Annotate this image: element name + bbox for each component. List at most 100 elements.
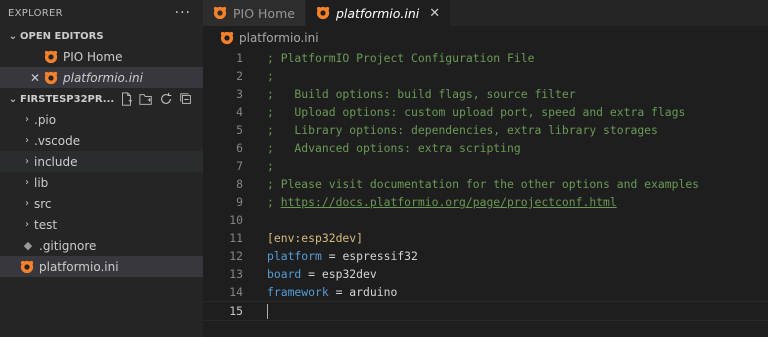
tab-label: platformio.ini bbox=[335, 5, 420, 21]
code-line: 4 ; Upload options: custom upload port, … bbox=[203, 103, 685, 121]
chevron-right-icon: › bbox=[25, 177, 29, 188]
tree-folder-pio[interactable]: › .pio bbox=[0, 109, 203, 130]
close-icon[interactable]: ✕ bbox=[28, 71, 42, 85]
open-editors-section[interactable]: ⌄ OPEN EDITORS bbox=[0, 26, 203, 46]
chevron-down-icon: ⌄ bbox=[8, 30, 18, 42]
new-folder-icon[interactable] bbox=[139, 92, 153, 106]
line-number: 6 bbox=[236, 141, 243, 155]
line-number: 15 bbox=[229, 304, 243, 318]
tab-label: PIO Home bbox=[233, 5, 295, 21]
line-number: 12 bbox=[229, 249, 243, 263]
comment-text: ; Advanced options: extra scripting bbox=[267, 141, 521, 155]
comment-text: ; Please visit documentation for the oth… bbox=[267, 177, 700, 191]
section-header: [env:esp32dev] bbox=[267, 231, 364, 245]
breadcrumb[interactable]: platformio.ini bbox=[220, 29, 319, 47]
breadcrumb-file: platformio.ini bbox=[239, 31, 319, 45]
config-value: = esp32dev bbox=[301, 267, 377, 281]
config-value: = espressif32 bbox=[321, 249, 418, 263]
tree-file-platformio-ini[interactable]: platformio.ini bbox=[0, 256, 203, 277]
code-editor[interactable]: 1 ; PlatformIO Project Configuration Fil… bbox=[203, 47, 768, 337]
comment-text: ; Library options: dependencies, extra l… bbox=[267, 123, 658, 137]
code-line: 8 ; Please visit documentation for the o… bbox=[203, 175, 699, 193]
close-icon[interactable]: ✕ bbox=[429, 6, 440, 21]
project-label: FIRSTESP32PR... bbox=[20, 93, 115, 105]
current-line: 15 bbox=[203, 301, 768, 321]
config-key: board bbox=[267, 267, 302, 281]
line-number: 3 bbox=[236, 87, 243, 101]
comment-text: ; Build options: build flags, source fil… bbox=[267, 87, 576, 101]
code-line: 10 bbox=[203, 211, 267, 229]
code-line: 2 ; bbox=[203, 67, 274, 85]
code-line: 11 [env:esp32dev] bbox=[203, 229, 363, 247]
tree-folder-src[interactable]: › src bbox=[0, 193, 203, 214]
line-number: 13 bbox=[229, 267, 243, 281]
tree-item-label: src bbox=[34, 196, 52, 211]
pio-logo-icon bbox=[44, 50, 58, 63]
pio-logo-icon bbox=[213, 6, 227, 20]
pio-logo-icon bbox=[220, 31, 234, 45]
comment-text: ; bbox=[267, 69, 274, 83]
line-number: 4 bbox=[236, 105, 243, 119]
doc-link[interactable]: https://docs.platformio.org/page/project… bbox=[281, 195, 617, 209]
config-key: framework bbox=[267, 285, 329, 299]
tree-folder-include[interactable]: › include bbox=[0, 151, 203, 172]
explorer-sidebar: EXPLORER ··· ⌄ OPEN EDITORS PIO Home ✕ p… bbox=[0, 0, 203, 337]
line-number: 10 bbox=[229, 213, 243, 227]
comment-text: ; bbox=[267, 195, 281, 209]
tab-pio-home[interactable]: PIO Home bbox=[203, 0, 306, 26]
code-line: 13 board = esp32dev bbox=[203, 265, 377, 283]
config-key: platform bbox=[267, 249, 322, 263]
explorer-header: EXPLORER ··· bbox=[0, 0, 203, 26]
refresh-icon[interactable] bbox=[159, 92, 173, 106]
tab-bar: PIO Home platformio.ini ✕ bbox=[203, 0, 768, 26]
open-editor-pio-home[interactable]: PIO Home bbox=[0, 46, 203, 67]
open-editors-label: OPEN EDITORS bbox=[20, 30, 104, 42]
git-file-icon: ◆ bbox=[23, 239, 33, 252]
explorer-actions bbox=[119, 92, 193, 106]
chevron-right-icon: › bbox=[25, 156, 29, 167]
line-number: 11 bbox=[229, 231, 243, 245]
line-number: 5 bbox=[236, 123, 243, 137]
line-number: 1 bbox=[236, 51, 243, 65]
explorer-title: EXPLORER bbox=[8, 7, 63, 19]
comment-text: ; PlatformIO Project Configuration File bbox=[267, 51, 535, 65]
line-number: 8 bbox=[236, 177, 243, 191]
collapse-all-icon[interactable] bbox=[179, 92, 193, 106]
code-line: 5 ; Library options: dependencies, extra… bbox=[203, 121, 658, 139]
code-line: 7 ; bbox=[203, 157, 274, 175]
code-line: 6 ; Advanced options: extra scripting bbox=[203, 139, 521, 157]
new-file-icon[interactable] bbox=[119, 92, 133, 106]
chevron-down-icon: ⌄ bbox=[8, 93, 18, 105]
more-actions-icon[interactable]: ··· bbox=[175, 5, 191, 21]
tree-item-label: test bbox=[34, 217, 58, 232]
tree-folder-test[interactable]: › test bbox=[0, 214, 203, 235]
tree-item-label: lib bbox=[34, 175, 49, 190]
code-line: 9 ; https://docs.platformio.org/page/pro… bbox=[203, 193, 617, 211]
code-line: 3 ; Build options: build flags, source f… bbox=[203, 85, 576, 103]
open-editor-label: platformio.ini bbox=[63, 70, 143, 85]
tab-platformio-ini[interactable]: platformio.ini ✕ bbox=[305, 0, 452, 26]
tree-folder-lib[interactable]: › lib bbox=[0, 172, 203, 193]
pio-logo-icon bbox=[316, 6, 330, 20]
open-editor-platformio-ini[interactable]: ✕ platformio.ini bbox=[0, 67, 203, 88]
text-cursor bbox=[267, 303, 268, 319]
config-value: = arduino bbox=[328, 285, 398, 299]
pio-logo-icon bbox=[44, 71, 58, 84]
tree-file-gitignore[interactable]: ◆ .gitignore bbox=[0, 235, 203, 256]
code-line: 14 framework = arduino bbox=[203, 283, 397, 301]
project-section[interactable]: ⌄ FIRSTESP32PR... bbox=[0, 89, 203, 109]
code-line: 12 platform = espressif32 bbox=[203, 247, 418, 265]
tree-item-label: include bbox=[34, 154, 78, 169]
comment-text: ; bbox=[267, 159, 274, 173]
comment-text: ; Upload options: custom upload port, sp… bbox=[267, 105, 686, 119]
tree-item-label: .vscode bbox=[34, 133, 81, 148]
tree-item-label: .pio bbox=[34, 112, 57, 127]
tree-folder-vscode[interactable]: › .vscode bbox=[0, 130, 203, 151]
chevron-right-icon: › bbox=[25, 219, 29, 230]
chevron-right-icon: › bbox=[25, 114, 29, 125]
pio-logo-icon bbox=[20, 260, 34, 273]
chevron-right-icon: › bbox=[25, 198, 29, 209]
open-editor-label: PIO Home bbox=[63, 49, 123, 64]
line-number: 2 bbox=[236, 69, 243, 83]
code-line: 1 ; PlatformIO Project Configuration Fil… bbox=[203, 49, 534, 67]
